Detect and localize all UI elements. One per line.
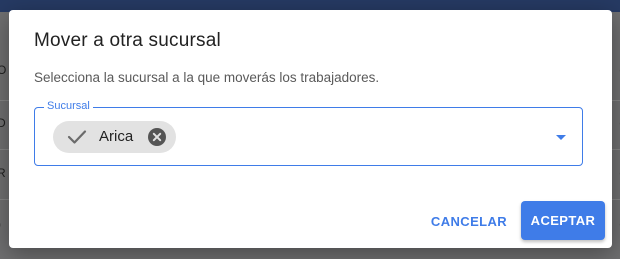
background-cell-text: O	[0, 63, 7, 77]
dialog-title: Mover a otra sucursal	[34, 30, 221, 51]
background-cell-text: )	[0, 217, 1, 231]
dialog-description: Selecciona la sucursal a la que moverás …	[34, 70, 380, 85]
check-icon	[67, 129, 87, 145]
background-cell-text: D	[0, 116, 6, 130]
selected-branch-chip[interactable]: Arica	[53, 121, 176, 153]
accept-button[interactable]: ACEPTAR	[521, 201, 605, 240]
move-branch-dialog: Mover a otra sucursal Selecciona la sucu…	[9, 10, 612, 248]
cancel-circle-icon[interactable]	[148, 128, 166, 146]
chip-label: Arica	[99, 128, 134, 145]
cancel-button[interactable]: CANCELAR	[419, 203, 519, 239]
background-cell-text: R	[0, 166, 6, 180]
branch-select-label: Sucursal	[44, 100, 93, 112]
caret-down-icon[interactable]	[556, 135, 566, 140]
branch-select-field[interactable]: Sucursal Arica	[34, 100, 583, 166]
